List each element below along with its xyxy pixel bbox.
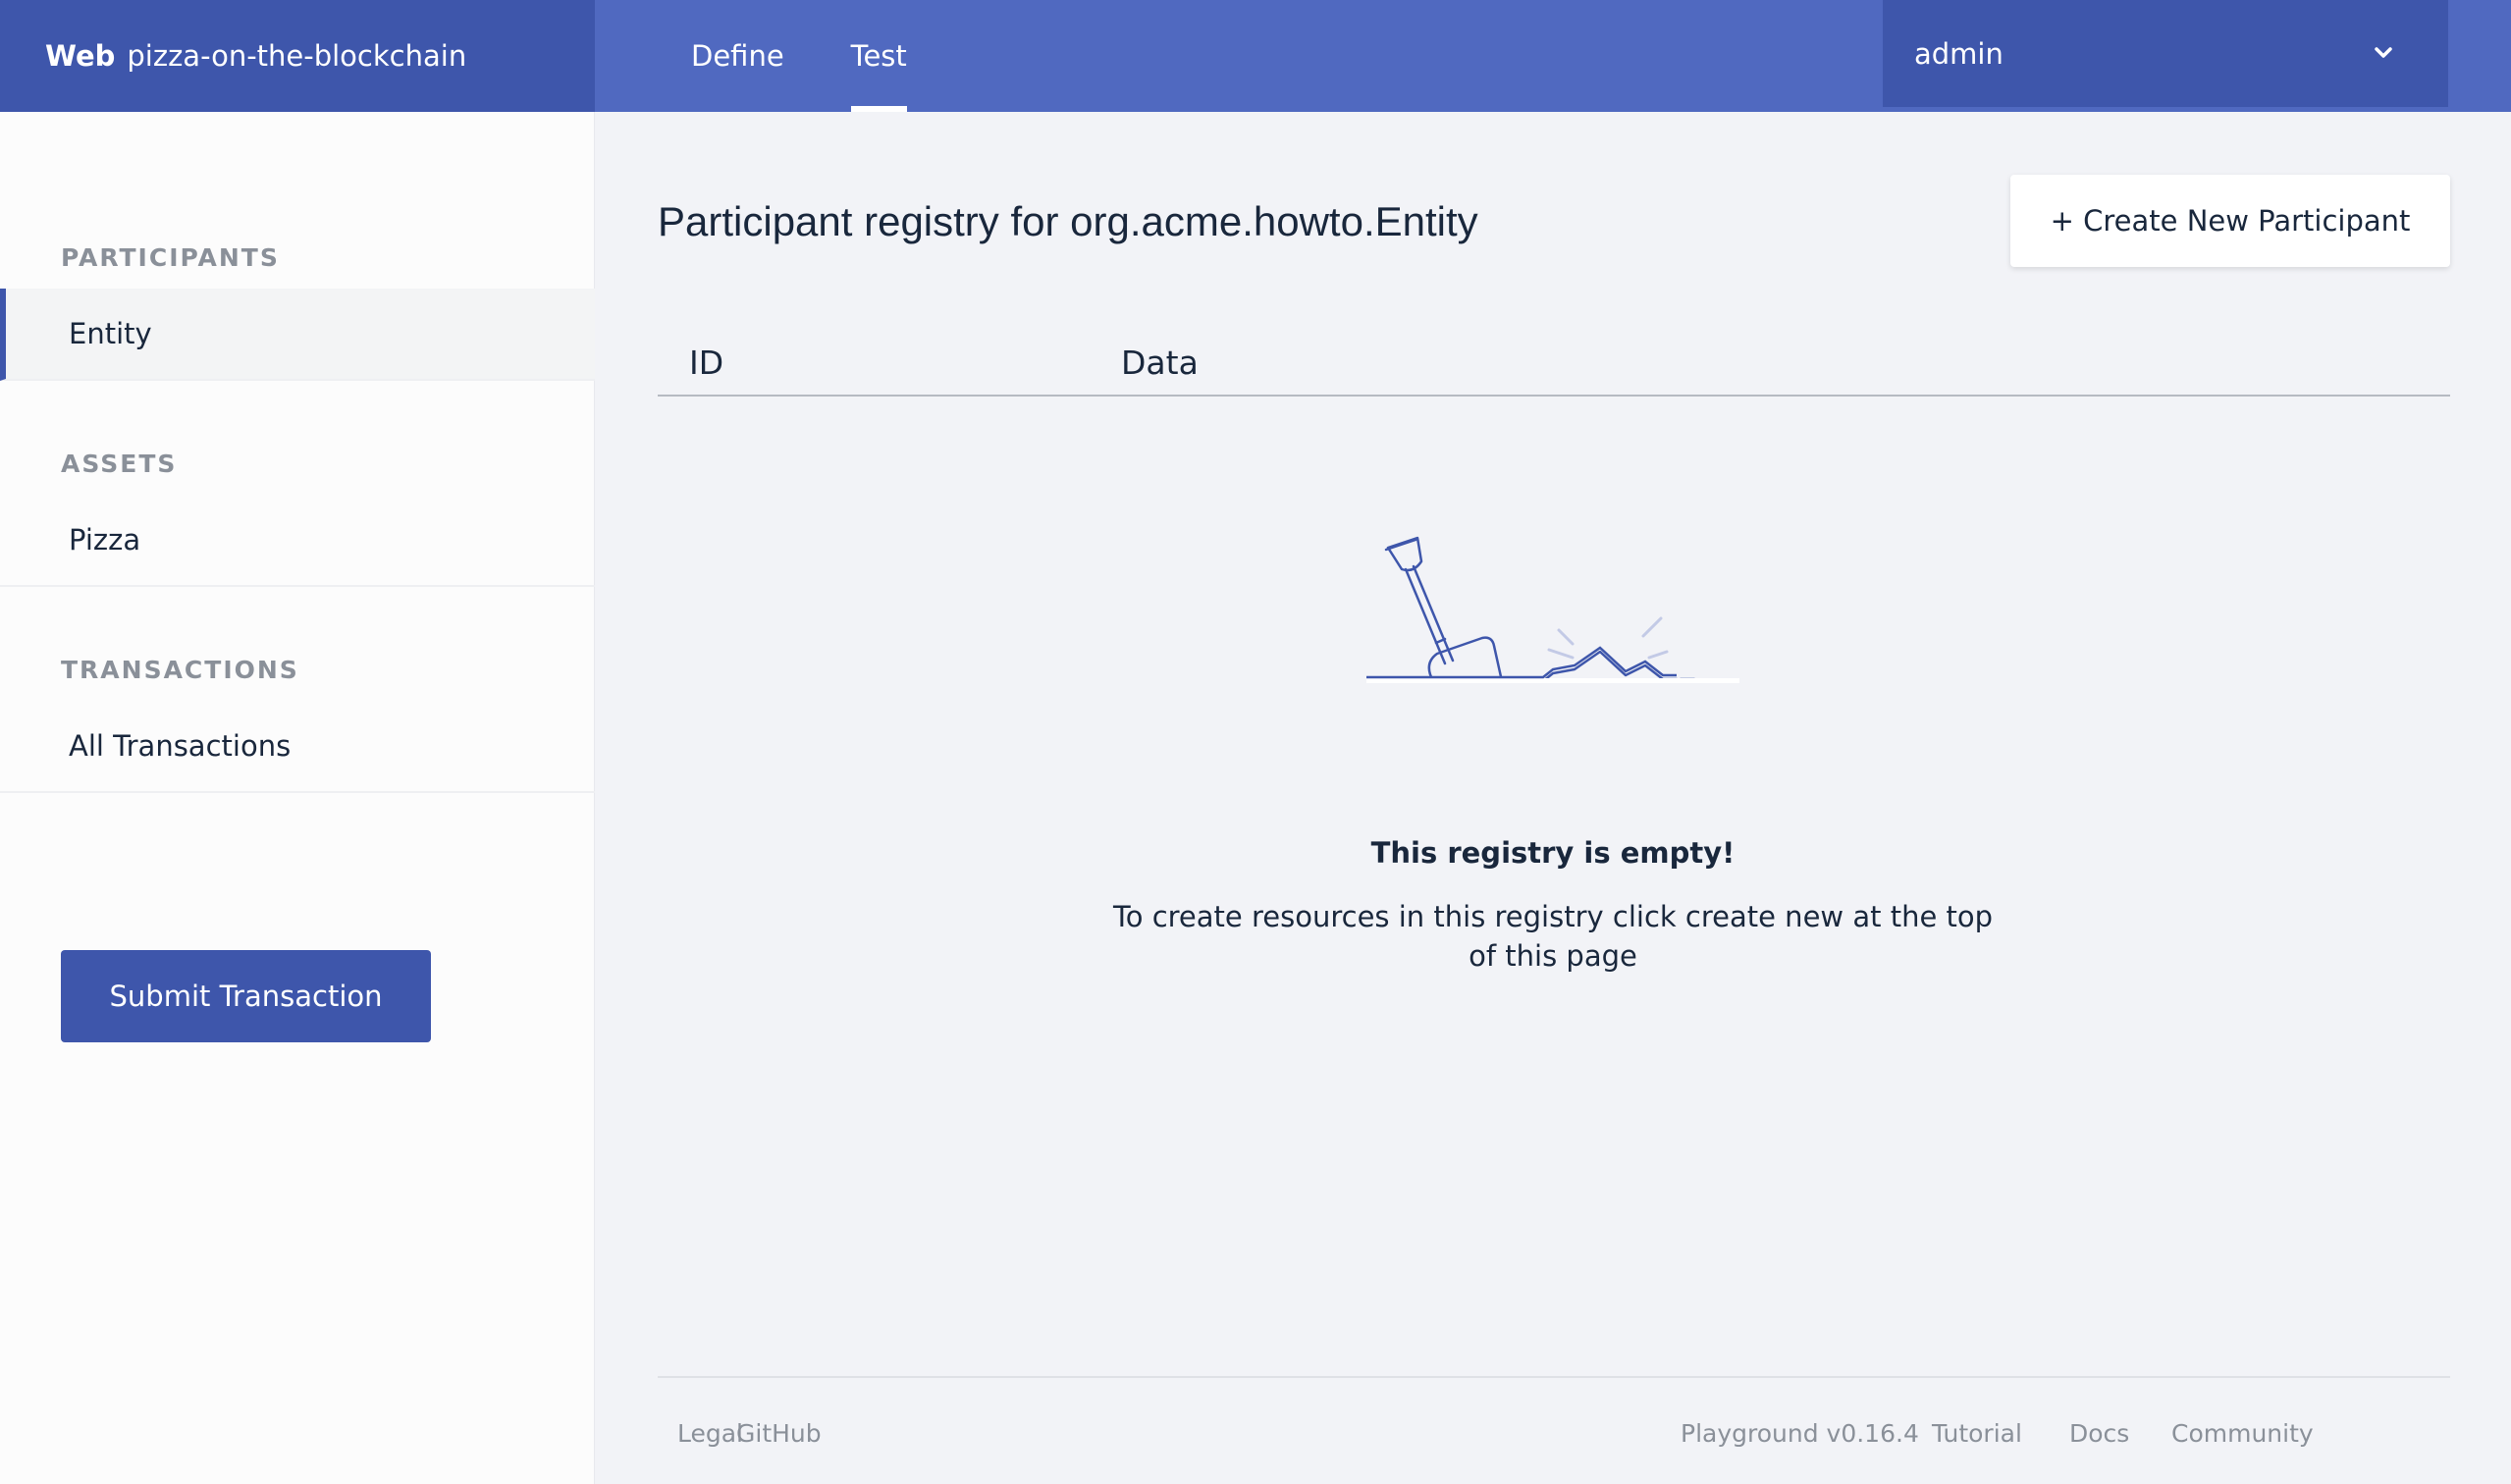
registry-table-header: ID Data xyxy=(658,336,2450,397)
participants-heading: PARTICIPANTS xyxy=(61,243,280,272)
sidebar-item-all-transactions[interactable]: All Transactions xyxy=(0,701,595,793)
main-content: Participant registry for org.acme.howto.… xyxy=(595,112,2511,1484)
footer-link-community[interactable]: Community xyxy=(2171,1419,2314,1448)
footer: Legal GitHub Playground v0.16.4 Tutorial… xyxy=(658,1376,2450,1484)
page-title: Participant registry for org.acme.howto.… xyxy=(658,198,1478,244)
empty-state-title: This registry is empty! xyxy=(1370,836,1736,870)
submit-transaction-button[interactable]: Submit Transaction xyxy=(61,950,431,1042)
footer-link-tutorial[interactable]: Tutorial xyxy=(1932,1419,2022,1448)
column-header-data: Data xyxy=(1121,344,1199,382)
footer-link-github[interactable]: GitHub xyxy=(736,1419,822,1448)
sidebar-item-pizza[interactable]: Pizza xyxy=(0,495,595,587)
footer-link-playground-version[interactable]: Playground v0.16.4 xyxy=(1681,1419,1919,1448)
chevron-down-icon xyxy=(2375,47,2392,58)
footer-link-legal[interactable]: Legal xyxy=(677,1419,743,1448)
brand-prefix: Web xyxy=(45,39,116,73)
empty-state-text: To create resources in this registry cli… xyxy=(1112,900,1994,973)
column-header-id: ID xyxy=(689,344,724,382)
assets-heading: ASSETS xyxy=(61,450,178,478)
sidebar-item-entity[interactable]: Entity xyxy=(0,289,595,381)
create-new-participant-button[interactable]: + Create New Participant xyxy=(2010,175,2450,267)
identity-name: admin xyxy=(1914,36,2003,71)
tab-define[interactable]: Define xyxy=(691,0,784,112)
business-network-name: pizza-on-the-blockchain xyxy=(127,39,467,73)
footer-link-docs[interactable]: Docs xyxy=(2069,1419,2129,1448)
sidebar: PARTICIPANTS Entity ASSETS Pizza TRANSAC… xyxy=(0,112,595,1484)
identity-dropdown[interactable]: admin xyxy=(1883,0,2448,107)
tab-test[interactable]: Test xyxy=(850,0,907,112)
brand[interactable]: Web pizza-on-the-blockchain xyxy=(0,0,595,112)
top-bar: Web pizza-on-the-blockchain Define Test … xyxy=(0,0,2511,112)
transactions-heading: TRANSACTIONS xyxy=(61,656,299,684)
main-tabs: Define Test xyxy=(691,0,974,112)
shovel-icon xyxy=(1366,536,1739,683)
